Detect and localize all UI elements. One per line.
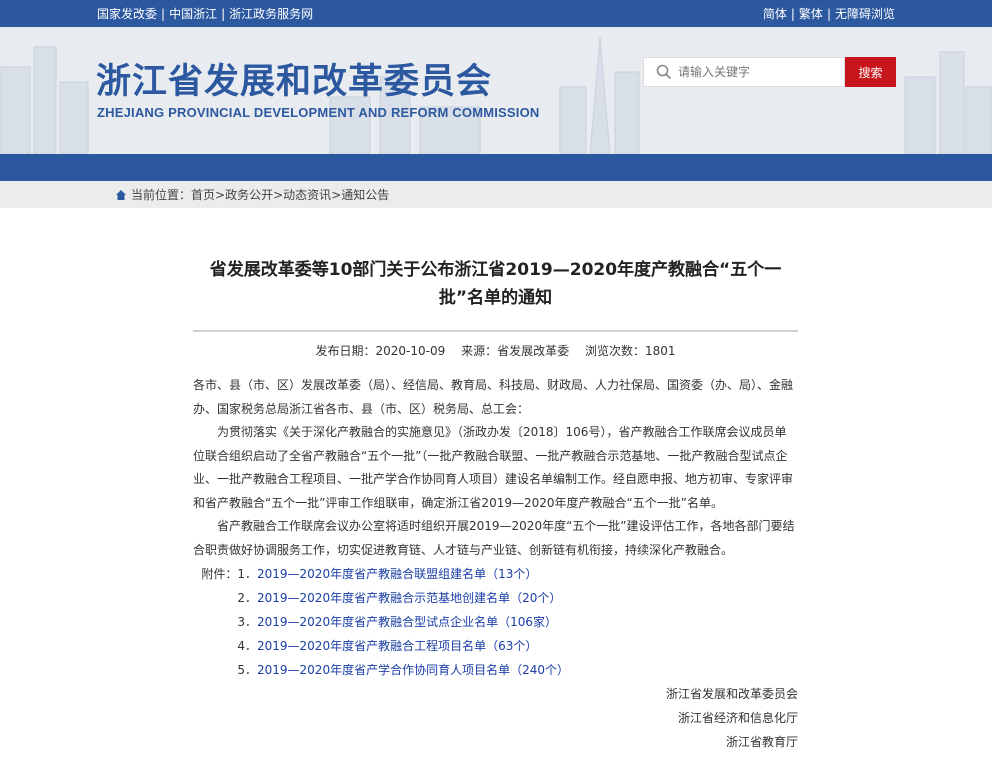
link-ndrc[interactable]: 国家发改委: [97, 5, 157, 22]
signer: 浙江省经济和信息化厅: [677, 711, 798, 725]
top-right-links: 简体 | 繁体 | 无障碍浏览: [763, 5, 895, 22]
signer: 浙江省发展和改革委员会: [665, 687, 798, 701]
site-title-cn: 浙江省发展和改革委员会: [96, 62, 493, 102]
nav-band: [0, 154, 992, 181]
top-bar: 国家发改委 | 中国浙江 | 浙江政务服务网 简体 | 繁体 | 无障碍浏览: [0, 0, 992, 27]
link-traditional[interactable]: 繁体: [799, 5, 823, 22]
divider: |: [790, 6, 795, 21]
breadcrumb-notices[interactable]: 通知公告: [341, 186, 389, 203]
article-title: 省发展改革委等10部门关于公布浙江省2019—2020年度产教融合“五个一批”名…: [209, 260, 782, 308]
attachment-link[interactable]: 2019—2020年度省产教融合工程项目名单（63个）: [257, 639, 537, 653]
title-divider: [193, 330, 798, 332]
attachment-num: 4．: [237, 639, 257, 653]
article-meta: 发布日期：2020-10-09 来源：省发展改革委 浏览次数：1801: [193, 342, 798, 360]
attachment-list: 附件：1．2019—2020年度省产教融合联盟组建名单（13个） 2．2019—…: [193, 562, 798, 682]
breadcrumb: 当前位置： 首页 > 政务公开 > 动态资讯 > 通知公告: [115, 181, 389, 208]
breadcrumb-home[interactable]: 首页: [191, 186, 215, 203]
breadcrumb-sep: >: [331, 187, 342, 202]
search-box: [643, 57, 845, 87]
attachment-num: 5．: [237, 663, 257, 677]
publish-date: 发布日期：2020-10-09: [315, 344, 446, 358]
attachment-item: 3．2019—2020年度省产教融合型试点企业名单（106家）: [193, 610, 798, 634]
body-paragraph: 为贯彻落实《关于深化产教融合的实施意见》（浙政办发〔2018〕106号），省产教…: [193, 425, 794, 510]
attachment-item: 2．2019—2020年度省产教融合示范基地创建名单（20个）: [193, 586, 798, 610]
site-title-en: ZHEJIANG PROVINCIAL DEVELOPMENT AND REFO…: [97, 105, 540, 120]
attachment-num: 2．: [237, 591, 257, 605]
article-source: 来源：省发展改革委: [461, 344, 570, 358]
view-count: 浏览次数：1801: [584, 344, 676, 358]
breadcrumb-bar: 当前位置： 首页 > 政务公开 > 动态资讯 > 通知公告: [0, 181, 992, 208]
signer: 浙江省教育厅: [725, 735, 798, 749]
home-icon: [116, 189, 126, 200]
breadcrumb-sep: >: [215, 187, 226, 202]
attachment-link[interactable]: 2019—2020年度省产学合作协同育人项目名单（240个）: [257, 663, 569, 677]
body-paragraph: 省产教融合工作联席会议办公室将适时组织开展2019—2020年度“五个一批”建设…: [193, 519, 795, 557]
breadcrumb-gov-affairs[interactable]: 政务公开: [225, 186, 273, 203]
attachment-item: 附件：1．2019—2020年度省产教融合联盟组建名单（13个）: [193, 562, 798, 586]
site-header: 浙江省发展和改革委员会 ZHEJIANG PROVINCIAL DEVELOPM…: [0, 27, 992, 154]
attachment-item: 4．2019—2020年度省产教融合工程项目名单（63个）: [193, 634, 798, 658]
divider: |: [221, 6, 226, 21]
attachment-link[interactable]: 2019—2020年度省产教融合示范基地创建名单（20个）: [257, 591, 561, 605]
attachment-link[interactable]: 2019—2020年度省产教融合联盟组建名单（13个）: [257, 567, 537, 581]
search-button[interactable]: 搜索: [845, 57, 896, 87]
breadcrumb-prefix: 当前位置：: [131, 188, 192, 202]
divider: |: [161, 6, 166, 21]
article: 省发展改革委等10部门关于公布浙江省2019—2020年度产教融合“五个一批”名…: [193, 256, 798, 754]
attachment-link[interactable]: 2019—2020年度省产教融合型试点企业名单（106家）: [257, 615, 557, 629]
top-left-links: 国家发改委 | 中国浙江 | 浙江政务服务网: [97, 5, 313, 22]
divider: |: [826, 6, 831, 21]
article-body: 各市、县（市、区）发展改革委（局）、经信局、教育局、科技局、财政局、人力社保局、…: [193, 374, 798, 754]
attachment-item: 5．2019—2020年度省产学合作协同育人项目名单（240个）: [193, 658, 798, 682]
attachment-label: 附件：1．: [201, 567, 257, 581]
link-china-zhejiang[interactable]: 中国浙江: [169, 5, 217, 22]
link-accessibility[interactable]: 无障碍浏览: [835, 5, 895, 22]
link-zj-gov-service[interactable]: 浙江政务服务网: [229, 5, 313, 22]
breadcrumb-news[interactable]: 动态资讯: [283, 186, 331, 203]
breadcrumb-sep: >: [273, 187, 284, 202]
search-input[interactable]: [672, 64, 840, 80]
link-simplified[interactable]: 简体: [763, 5, 787, 22]
addressee-paragraph: 各市、县（市、区）发展改革委（局）、经信局、教育局、科技局、财政局、人力社保局、…: [193, 378, 794, 416]
search-icon: [656, 64, 672, 80]
attachment-num: 3．: [237, 615, 257, 629]
